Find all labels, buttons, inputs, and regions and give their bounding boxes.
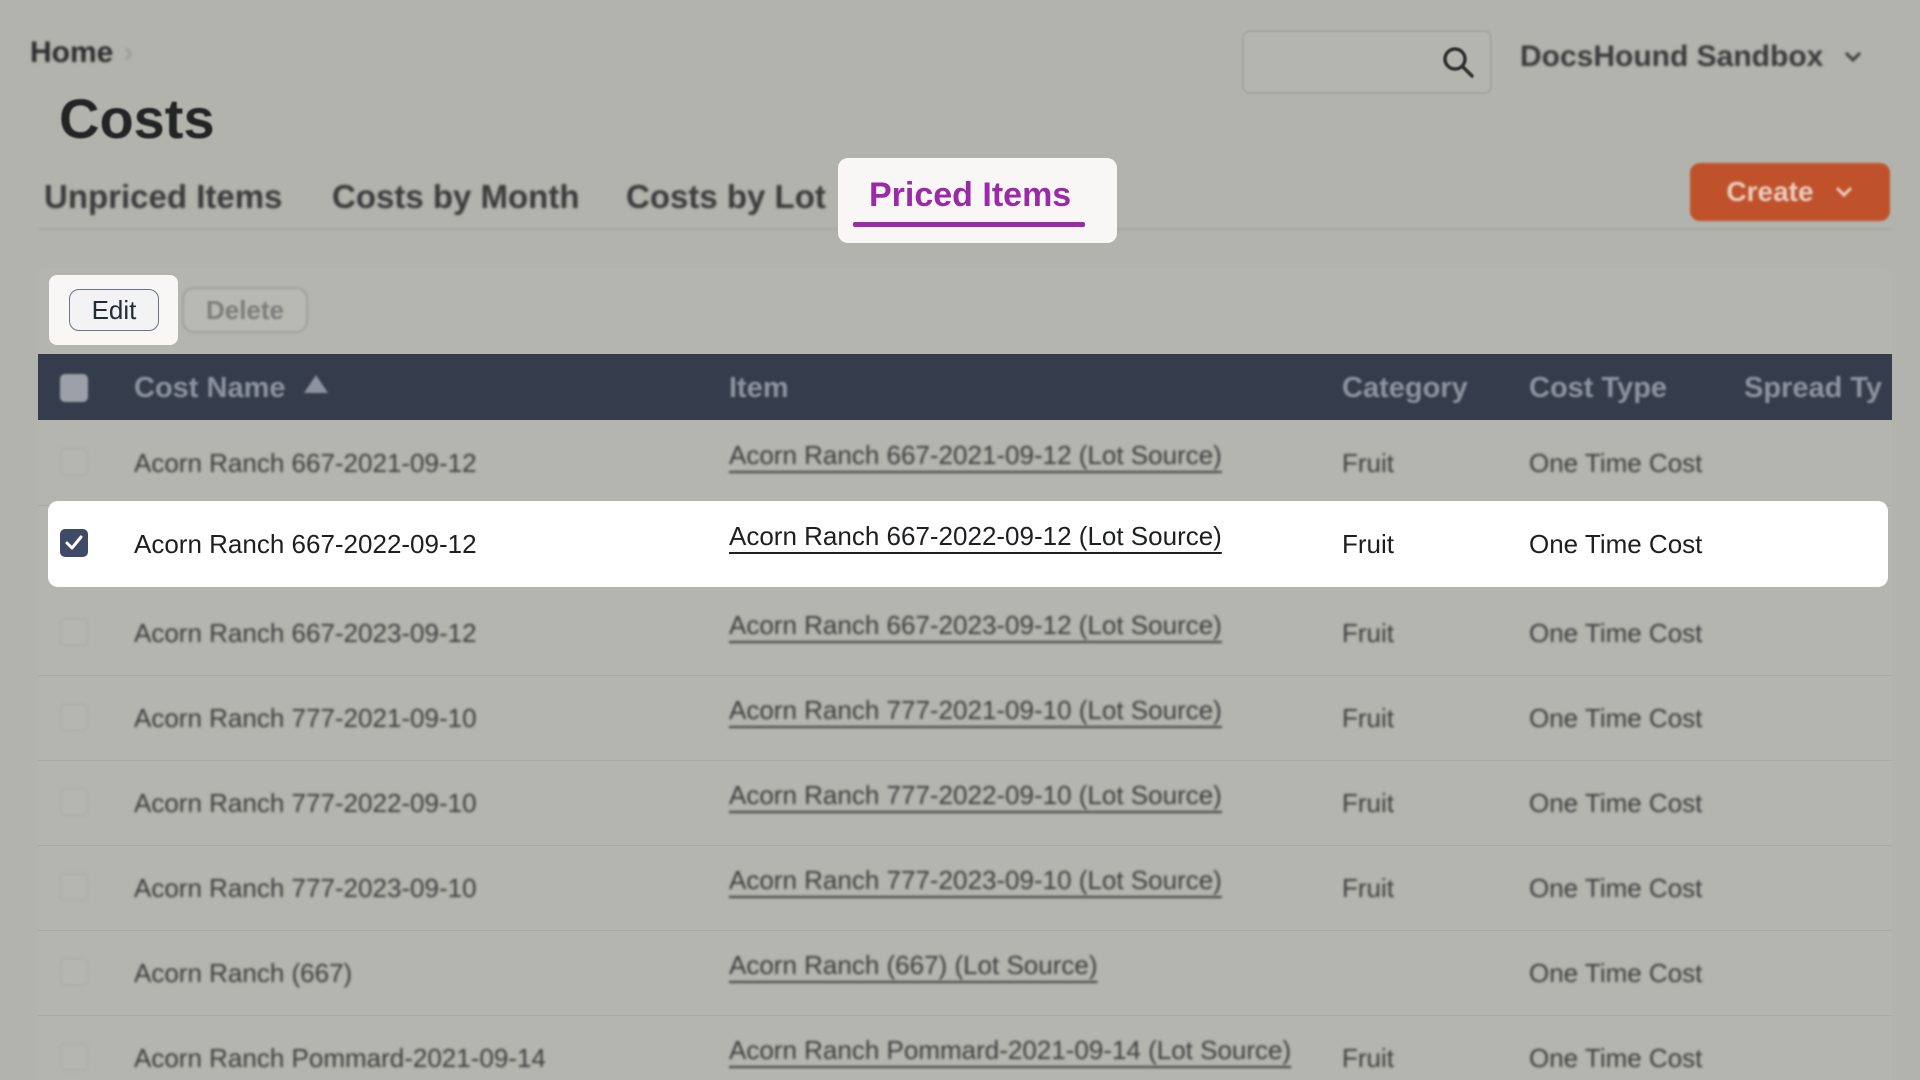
item-link[interactable]: Acorn Ranch 667-2021-09-12 (Lot Source) xyxy=(729,440,1222,471)
category-cell: Fruit xyxy=(1342,788,1394,818)
column-header-spread-type[interactable]: Spread Ty xyxy=(1744,372,1882,405)
checkmark-icon xyxy=(65,535,83,550)
cost-name-cell: Acorn Ranch 777-2022-09-10 xyxy=(134,788,477,818)
category-cell: Fruit xyxy=(1342,703,1394,733)
page-title: Costs xyxy=(59,87,215,150)
row-checkbox[interactable] xyxy=(60,873,88,901)
category-cell: Fruit xyxy=(1342,529,1394,559)
breadcrumb-home[interactable]: Home xyxy=(30,36,113,69)
table-row[interactable]: Acorn Ranch Pommard-2021-09-14 Acorn Ran… xyxy=(38,1015,1892,1080)
column-header-cost-type[interactable]: Cost Type xyxy=(1529,372,1667,405)
row-checkbox[interactable] xyxy=(60,703,88,731)
column-header-item[interactable]: Item xyxy=(729,372,789,405)
tab-costs-by-lot[interactable]: Costs by Lot xyxy=(626,178,826,216)
chevron-down-icon xyxy=(1845,51,1862,63)
category-cell: Fruit xyxy=(1342,1043,1394,1073)
item-link[interactable]: Acorn Ranch Pommard-2021-09-14 (Lot Sour… xyxy=(729,1035,1291,1066)
item-link[interactable]: Acorn Ranch 777-2023-09-10 (Lot Source) xyxy=(729,865,1222,896)
table-row[interactable]: Acorn Ranch 667-2023-09-12 Acorn Ranch 6… xyxy=(38,590,1892,676)
cost-type-cell: One Time Cost xyxy=(1529,703,1703,733)
item-link[interactable]: Acorn Ranch 667-2022-09-12 (Lot Source) xyxy=(729,521,1222,552)
row-checkbox[interactable] xyxy=(60,618,88,646)
cost-name-cell: Acorn Ranch 667-2021-09-12 xyxy=(134,448,477,478)
row-checkbox-checked[interactable] xyxy=(60,529,88,557)
select-all-checkbox[interactable] xyxy=(60,374,88,402)
item-link[interactable]: Acorn Ranch 777-2022-09-10 (Lot Source) xyxy=(729,780,1222,811)
category-cell: Fruit xyxy=(1342,618,1394,648)
edit-button[interactable]: Edit xyxy=(69,289,159,331)
row-checkbox[interactable] xyxy=(60,958,88,986)
table-row[interactable]: Acorn Ranch 777-2023-09-10 Acorn Ranch 7… xyxy=(38,845,1892,931)
tab-costs-by-month[interactable]: Costs by Month xyxy=(332,178,579,216)
cost-name-cell: Acorn Ranch 777-2023-09-10 xyxy=(134,873,477,903)
cost-name-cell: Acorn Ranch 777-2021-09-10 xyxy=(134,703,477,733)
row-checkbox[interactable] xyxy=(60,448,88,476)
column-header-cost-name[interactable]: Cost Name xyxy=(134,372,328,405)
table-header: Cost Name Item Category Cost Type Spread… xyxy=(38,354,1892,420)
sort-ascending-icon xyxy=(303,375,328,393)
category-cell: Fruit xyxy=(1342,448,1394,478)
page-background: Home › Costs DocsHound Sandbox Create Unp… xyxy=(0,0,1920,1080)
account-switcher[interactable]: DocsHound Sandbox xyxy=(1520,40,1863,74)
cost-type-cell: One Time Cost xyxy=(1529,958,1703,988)
tab-priced-items[interactable]: Priced Items xyxy=(838,158,1117,243)
table-row[interactable]: Acorn Ranch 777-2022-09-10 Acorn Ranch 7… xyxy=(38,760,1892,846)
cost-name-cell: Acorn Ranch Pommard-2021-09-14 xyxy=(134,1043,546,1073)
breadcrumb-separator-icon: › xyxy=(123,36,134,69)
search-input[interactable] xyxy=(1242,30,1492,94)
table-row[interactable]: Acorn Ranch 667-2021-09-12 Acorn Ranch 6… xyxy=(38,420,1892,506)
breadcrumb[interactable]: Home › xyxy=(30,36,133,70)
cost-type-cell: One Time Cost xyxy=(1529,873,1703,903)
row-checkbox[interactable] xyxy=(60,1043,88,1071)
table-row[interactable]: Acorn Ranch (667) Acorn Ranch (667) (Lot… xyxy=(38,930,1892,1016)
cost-type-cell: One Time Cost xyxy=(1529,788,1703,818)
edit-highlight: Edit xyxy=(49,275,178,345)
category-cell: Fruit xyxy=(1342,873,1394,903)
item-link[interactable]: Acorn Ranch (667) (Lot Source) xyxy=(729,950,1098,981)
column-header-category[interactable]: Category xyxy=(1342,372,1468,405)
cost-name-cell: Acorn Ranch (667) xyxy=(134,958,353,988)
cost-type-cell: One Time Cost xyxy=(1529,529,1703,559)
cost-name-cell: Acorn Ranch 667-2023-09-12 xyxy=(134,618,477,648)
tab-unpriced-items[interactable]: Unpriced Items xyxy=(44,178,282,216)
tab-priced-items-label: Priced Items xyxy=(869,176,1072,214)
cost-type-cell: One Time Cost xyxy=(1529,618,1703,648)
account-name: DocsHound Sandbox xyxy=(1520,40,1824,73)
item-link[interactable]: Acorn Ranch 667-2023-09-12 (Lot Source) xyxy=(729,610,1222,641)
search-icon xyxy=(1443,47,1474,78)
table-row-selected[interactable]: Acorn Ranch 667-2022-09-12 Acorn Ranch 6… xyxy=(48,501,1888,587)
cost-type-cell: One Time Cost xyxy=(1529,1043,1703,1073)
row-checkbox[interactable] xyxy=(60,788,88,816)
cost-type-cell: One Time Cost xyxy=(1529,448,1703,478)
active-tab-indicator xyxy=(853,222,1085,227)
delete-button[interactable]: Delete xyxy=(182,287,308,333)
item-link[interactable]: Acorn Ranch 777-2021-09-10 (Lot Source) xyxy=(729,695,1222,726)
table-row[interactable]: Acorn Ranch 777-2021-09-10 Acorn Ranch 7… xyxy=(38,675,1892,761)
cost-name-cell: Acorn Ranch 667-2022-09-12 xyxy=(134,529,477,559)
